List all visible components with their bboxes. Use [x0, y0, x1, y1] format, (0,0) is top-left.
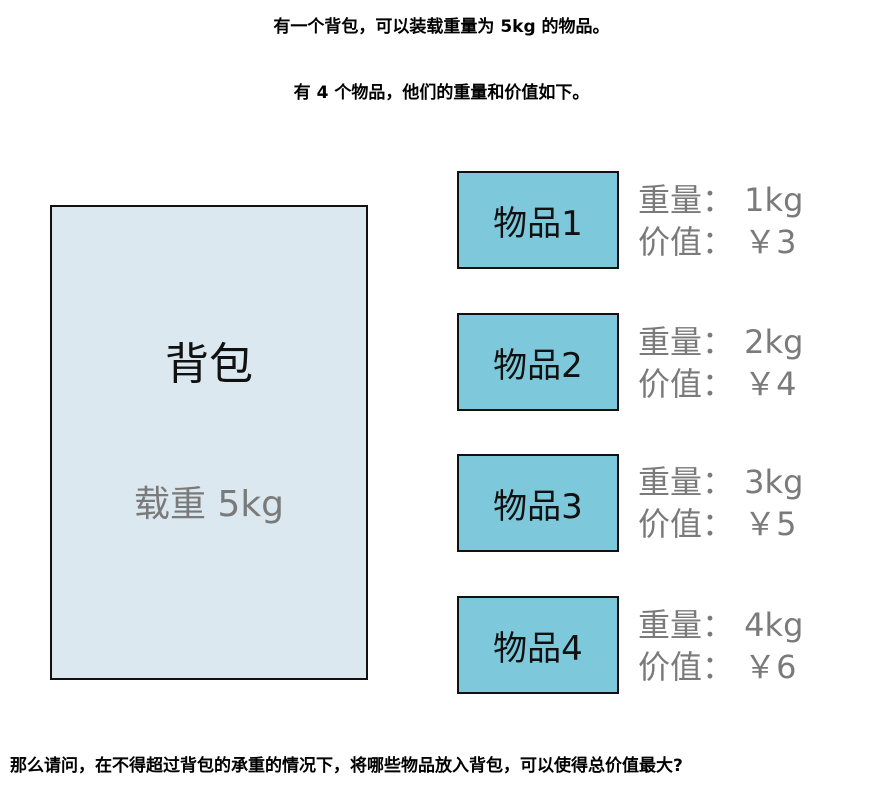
question-text: 那么请问，在不得超过背包的承重的情况下，将哪些物品放入背包，可以使得总价值最大? [10, 756, 683, 776]
item-weight-2: 重量： 2kg [638, 323, 804, 361]
intro-line-1: 有一个背包，可以装载重量为 5kg 的物品。 [273, 17, 610, 37]
item-info-3: 重量： 3kg 价值： ￥5 [638, 461, 878, 545]
backpack-title: 背包 [165, 339, 253, 390]
intro-line-2: 有 4 个物品，他们的重量和价值如下。 [293, 83, 590, 103]
item-value-4: 价值： ￥6 [638, 648, 797, 686]
item-info-4: 重量： 4kg 价值： ￥6 [638, 604, 878, 688]
item-value-3: 价值： ￥5 [638, 505, 797, 543]
item-weight-4: 重量： 4kg [638, 606, 804, 644]
item-box-1: 物品1 [457, 171, 619, 269]
backpack-box: 背包 载重 5kg [50, 205, 368, 680]
item-box-2: 物品2 [457, 313, 619, 411]
item-value-1: 价值： ￥3 [638, 223, 797, 261]
item-value-2: 价值： ￥4 [638, 365, 797, 403]
item-box-3: 物品3 [457, 454, 619, 552]
item-weight-3: 重量： 3kg [638, 463, 804, 501]
item-weight-1: 重量： 1kg [638, 181, 804, 219]
item-info-1: 重量： 1kg 价值： ￥3 [638, 179, 878, 263]
item-box-4: 物品4 [457, 596, 619, 694]
item-info-2: 重量： 2kg 价值： ￥4 [638, 321, 878, 405]
backpack-capacity: 载重 5kg [133, 484, 285, 525]
